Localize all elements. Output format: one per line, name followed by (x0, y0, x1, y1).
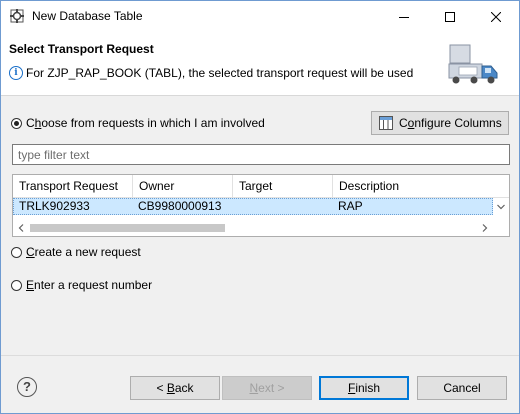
wizard-header: Select Transport Request i For ZJP_RAP_B… (1, 32, 519, 96)
columns-icon (379, 116, 393, 130)
configure-columns-label: Configure Columns (399, 116, 502, 130)
finish-button[interactable]: Finish (319, 376, 409, 400)
cell-target (233, 199, 333, 214)
app-icon (10, 9, 24, 23)
page-title: Select Transport Request (9, 42, 154, 56)
info-icon: i (9, 66, 23, 80)
radio-involved-indicator[interactable] (11, 117, 22, 129)
radio-involved-label: Choose from requests in which I am invol… (26, 116, 265, 130)
scroll-left-button[interactable] (13, 219, 29, 236)
minimize-icon (399, 16, 409, 18)
horizontal-scrollbar[interactable] (13, 219, 509, 236)
radio-enter-indicator[interactable] (11, 279, 22, 291)
cell-description: RAP (338, 199, 363, 213)
close-icon (491, 11, 501, 22)
close-button[interactable] (473, 1, 519, 32)
footer-separator (1, 355, 519, 356)
column-header-target[interactable]: Target (233, 175, 333, 197)
maximize-icon (445, 11, 455, 22)
chevron-down-icon (497, 204, 505, 209)
minimize-button[interactable] (381, 1, 427, 32)
header-message: For ZJP_RAP_BOOK (TABL), the selected tr… (26, 66, 414, 80)
scrollbar-thumb[interactable] (30, 224, 225, 232)
table-row[interactable]: TRLK902933 CB9980000913 RAP (13, 198, 493, 215)
radio-create-label: Create a new request (26, 245, 141, 259)
radio-create-indicator[interactable] (11, 246, 22, 258)
next-button[interactable]: Next > (222, 376, 312, 400)
filter-input[interactable]: type filter text (12, 144, 510, 165)
radio-enter-request-number[interactable]: Enter a request number (11, 278, 152, 292)
table-header: Transport Request Owner Target Descripti… (13, 175, 509, 198)
radio-create-request[interactable]: Create a new request (11, 245, 141, 259)
chevron-left-icon (18, 223, 24, 232)
radio-involved-requests[interactable]: Choose from requests in which I am invol… (11, 116, 265, 130)
cancel-button[interactable]: Cancel (417, 376, 507, 400)
vertical-scrollbar[interactable] (493, 198, 509, 215)
radio-enter-label: Enter a request number (26, 278, 153, 292)
transport-request-table[interactable]: Transport Request Owner Target Descripti… (12, 174, 510, 237)
back-button[interactable]: < Back (130, 376, 220, 400)
scroll-right-button[interactable] (477, 219, 493, 236)
dialog-window: New Database Table Select Transport Requ… (0, 0, 520, 414)
title-bar[interactable]: New Database Table (1, 1, 519, 32)
configure-columns-button[interactable]: Configure Columns (371, 111, 509, 135)
cell-owner: CB9980000913 (138, 199, 222, 213)
help-button[interactable]: ? (17, 377, 37, 397)
column-header-description[interactable]: Description (333, 175, 493, 197)
window-title: New Database Table (32, 9, 143, 23)
cell-transport-request: TRLK902933 (19, 199, 90, 213)
maximize-button[interactable] (427, 1, 473, 32)
column-header-owner[interactable]: Owner (133, 175, 233, 197)
chevron-right-icon (482, 223, 488, 232)
transport-truck-icon (448, 44, 498, 84)
column-header-transport-request[interactable]: Transport Request (13, 175, 133, 197)
